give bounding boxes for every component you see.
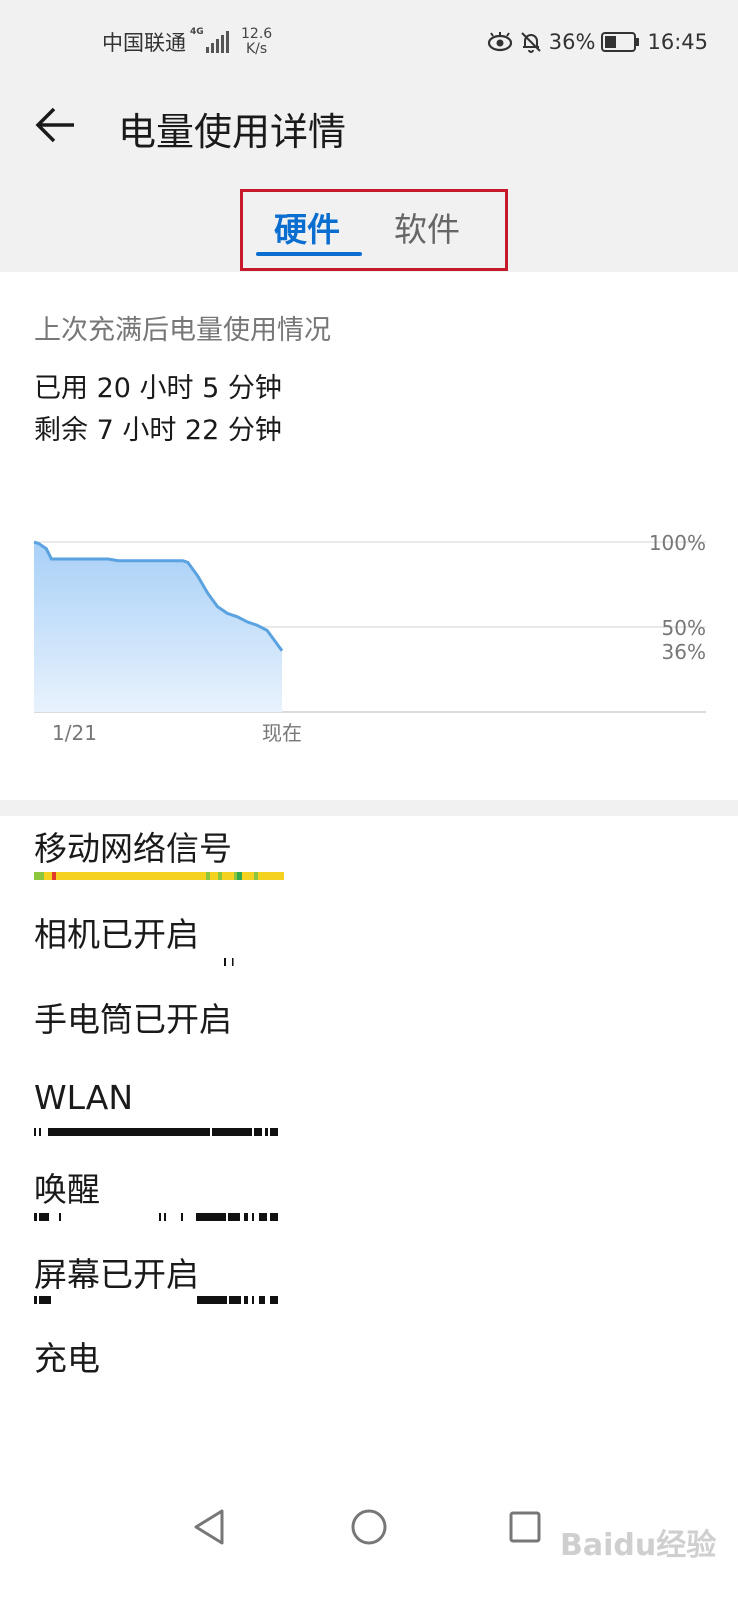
network-speed: 12.6 K/s (241, 26, 273, 57)
back-arrow-icon[interactable] (34, 103, 78, 147)
usage-used: 已用 20 小时 5 分钟 (34, 373, 282, 404)
chart-x-tick-label: 1/21 (52, 721, 97, 745)
battery-chart: 100% 50%36% 1/21 现在 (33, 531, 706, 745)
signal-segment (206, 872, 210, 880)
signal-strength-icon: 4G (190, 27, 229, 53)
chart-y-tick-label: 100% (649, 531, 706, 555)
wakeup-timeline-bar (34, 1213, 278, 1221)
row-label-wlan: WLAN (34, 1078, 134, 1117)
active-tab-indicator (256, 252, 362, 256)
battery-icon (601, 32, 640, 52)
signal-segment (210, 872, 218, 880)
signal-segment (34, 872, 44, 880)
chart-y-tick-label: 50% (662, 616, 706, 640)
signal-segment (44, 872, 52, 880)
carrier-name: 中国联通 (102, 31, 186, 55)
circle-home-icon[interactable] (350, 1508, 388, 1546)
signal-segment (218, 872, 222, 880)
battery-percent: 36% (548, 30, 596, 54)
signal-segment (52, 872, 56, 880)
eye-comfort-icon (487, 32, 512, 52)
baidu-watermark: Baidu经验 (560, 1528, 717, 1563)
page-title: 电量使用详情 (118, 110, 347, 154)
row-label-camera: 相机已开启 (34, 915, 199, 954)
clock: 16:45 (647, 30, 708, 54)
signal-segment (222, 872, 234, 880)
chart-y-tick-label: 36% (662, 640, 706, 664)
usage-subtitle: 上次充满后电量使用情况 (34, 315, 331, 346)
usage-remaining: 剩余 7 小时 22 分钟 (34, 415, 282, 446)
row-label-charging: 充电 (34, 1339, 100, 1378)
signal-segment (258, 872, 284, 880)
chart-x-tick-label: 现在 (262, 721, 302, 745)
square-recents-icon[interactable] (508, 1510, 542, 1544)
triangle-back-icon[interactable] (192, 1508, 226, 1546)
section-divider (0, 800, 738, 816)
row-label-flashlight: 手电筒已开启 (34, 1000, 232, 1039)
signal-segment (56, 872, 206, 880)
row-label-mobile-signal: 移动网络信号 (34, 829, 232, 868)
signal-timeline-bar (34, 872, 284, 880)
screen-timeline-bar (34, 1296, 278, 1304)
row-label-screen-on: 屏幕已开启 (34, 1255, 199, 1294)
wlan-timeline-bar (34, 1128, 278, 1136)
tab-hardware[interactable]: 硬件 (274, 203, 340, 251)
signal-segment (242, 872, 254, 880)
row-label-wakeup: 唤醒 (34, 1170, 100, 1209)
tab-software[interactable]: 软件 (394, 203, 460, 251)
camera-timeline-bar (224, 958, 234, 966)
signal-segment (234, 872, 237, 880)
mute-bell-icon (521, 32, 541, 53)
chart-area-fill (34, 542, 282, 712)
app-header: 电量使用详情 (0, 95, 738, 155)
network-type: 4G (190, 27, 204, 37)
signal-segment (254, 872, 258, 880)
status-bar-left: 中国联通 4G 12.6 K/s (102, 22, 272, 62)
signal-segment (237, 872, 242, 880)
status-bar-right: 36% 16:45 (487, 22, 708, 62)
